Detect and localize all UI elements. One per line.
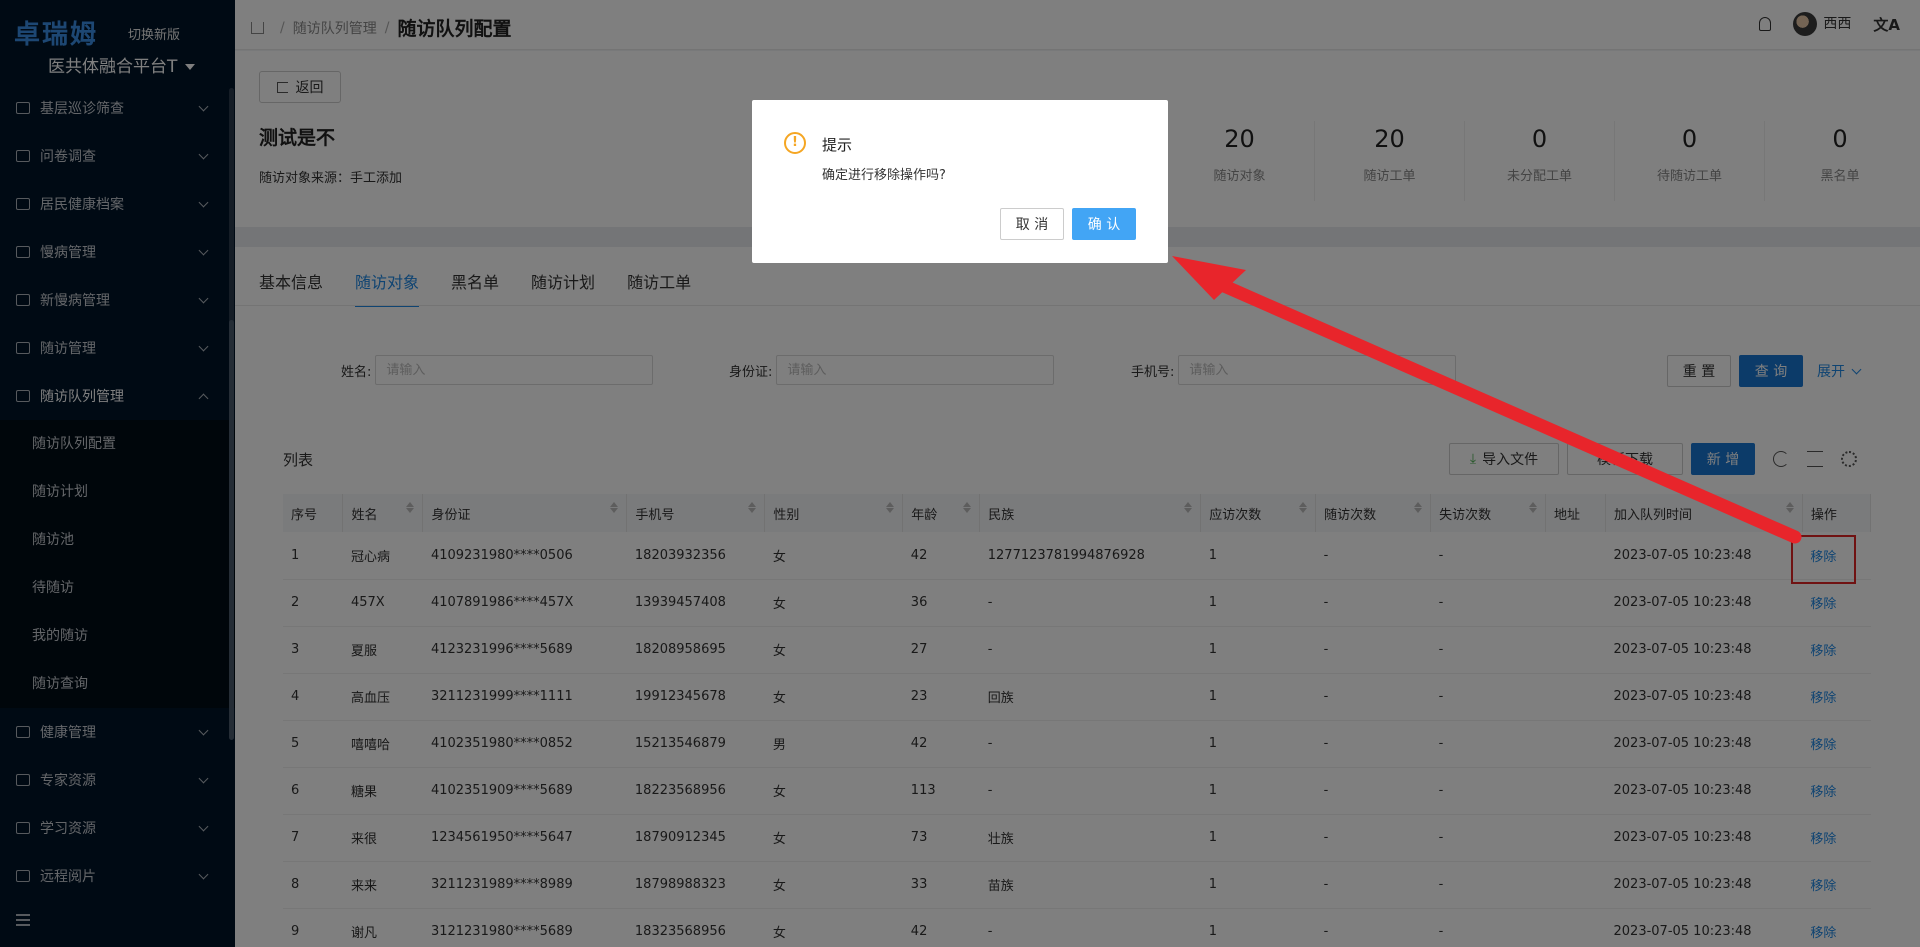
cancel-button[interactable]: 取 消 (1000, 208, 1064, 240)
confirm-button[interactable]: 确 认 (1072, 208, 1136, 240)
warning-icon: ! (784, 132, 806, 154)
confirm-dialog: ! 提示 确定进行移除操作吗? 取 消 确 认 (752, 100, 1168, 263)
dialog-title: 提示 (822, 136, 853, 154)
dialog-message: 确定进行移除操作吗? (822, 168, 946, 183)
